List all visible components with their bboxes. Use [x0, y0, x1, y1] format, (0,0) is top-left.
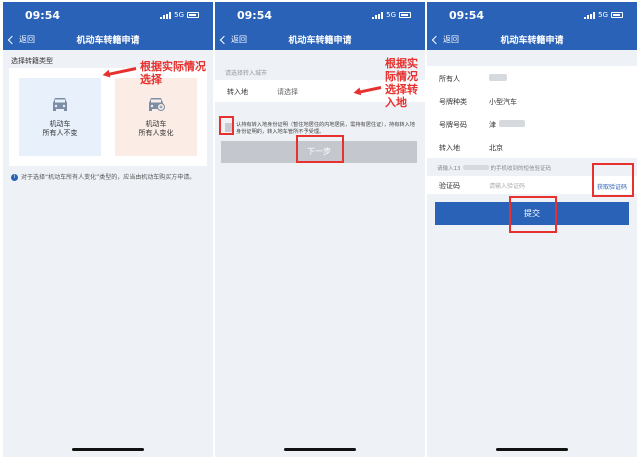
vehicle-info-list: 所有人 号牌种类 小型汽车 号牌号码 津 转入地 北京 — [427, 66, 637, 158]
highlight-get-code — [592, 163, 634, 197]
home-indicator — [284, 448, 356, 451]
option-b-line2: 所有人变化 — [138, 129, 174, 137]
network-label: 5G — [174, 11, 184, 19]
nav-bar: 返回 机动车转籍申请 — [3, 32, 213, 48]
option-a-line1: 机动车 — [49, 120, 71, 128]
sms-hint: 请输入13 的手机收到的短信验证码 — [437, 164, 551, 172]
nav-bar: 返回 机动车转籍申请 — [427, 32, 637, 48]
city-hint: 请选择转入城市 — [225, 70, 268, 77]
phone-number-redacted — [462, 165, 489, 170]
status-indicators: 5G — [372, 11, 411, 19]
sms-hint-prefix: 请输入13 — [437, 166, 461, 172]
battery-icon — [611, 12, 623, 18]
home-indicator — [496, 448, 568, 451]
section-label: 选择转籍类型 — [11, 57, 53, 65]
destination-label: 转入地 — [227, 88, 248, 96]
signal-icon — [584, 11, 596, 19]
notice-text: i 对于选择“机动车所有人变化”类型的，应当由机动车购买方申请。 — [11, 174, 207, 182]
page-title: 机动车转籍申请 — [288, 36, 352, 46]
highlight-submit-button — [509, 196, 557, 233]
code-label: 验证码 — [439, 182, 460, 190]
battery-icon — [187, 12, 199, 18]
plate-number-redacted — [499, 120, 525, 127]
highlight-next-button — [296, 135, 344, 163]
option-a-line2: 所有人不变 — [42, 129, 78, 137]
notice-content: 对于选择“机动车所有人变化”类型的，应当由机动车购买方申请。 — [21, 174, 196, 181]
confirm-checkbox-text: 认持有转入地身份证明（暂住地居住的内地居民，需持有居住证），持有转入地身份证明的… — [236, 122, 415, 135]
status-time: 09:54 — [449, 9, 485, 22]
info-icon: i — [11, 174, 18, 181]
status-indicators: 5G — [584, 11, 623, 19]
plate-number-value: 津 — [489, 121, 496, 129]
top-bar: 09:54 5G 返回 机动车转籍申请 — [427, 2, 637, 50]
destination-select[interactable]: 请选择 — [277, 87, 298, 97]
status-time: 09:54 — [237, 9, 273, 22]
network-label: 5G — [386, 11, 396, 19]
annotation-note-1: 根据实际情况选择 — [140, 60, 206, 86]
car-transfer-icon — [149, 98, 165, 111]
highlight-checkbox — [219, 116, 234, 135]
nav-bar: 返回 机动车转籍申请 — [215, 32, 425, 48]
destination-label: 转入地 — [439, 144, 460, 152]
battery-icon — [399, 12, 411, 18]
page-title: 机动车转籍申请 — [76, 36, 140, 46]
option-b-line1: 机动车 — [145, 120, 167, 128]
home-indicator — [72, 448, 144, 451]
car-icon — [53, 98, 67, 111]
destination-value: 北京 — [489, 144, 503, 152]
page-title: 机动车转籍申请 — [500, 36, 564, 46]
owner-value-redacted — [489, 74, 507, 81]
signal-icon — [372, 11, 384, 19]
plate-type-label: 号牌种类 — [439, 98, 467, 106]
plate-type-value: 小型汽车 — [489, 98, 517, 106]
code-input[interactable]: 请输入验证码 — [489, 181, 525, 190]
sms-hint-suffix: 的手机收到的短信验证码 — [490, 166, 552, 172]
top-bar: 09:54 5G 返回 机动车转籍申请 — [215, 2, 425, 50]
status-indicators: 5G — [160, 11, 199, 19]
screenshot-canvas: 09:54 5G 返回 机动车转籍申请 选择转籍类型 机动车 所有人不变 机动车… — [0, 0, 640, 459]
status-time: 09:54 — [25, 9, 61, 22]
signal-icon — [160, 11, 172, 19]
owner-label: 所有人 — [439, 75, 460, 83]
option-owner-unchanged[interactable]: 机动车 所有人不变 — [19, 78, 101, 156]
network-label: 5G — [598, 11, 608, 19]
plate-number-label: 号牌号码 — [439, 121, 467, 129]
top-bar: 09:54 5G 返回 机动车转籍申请 — [3, 2, 213, 50]
annotation-note-2: 根据实际情况选择转入地 — [385, 57, 418, 109]
option-owner-changed[interactable]: 机动车 所有人变化 — [115, 78, 197, 156]
